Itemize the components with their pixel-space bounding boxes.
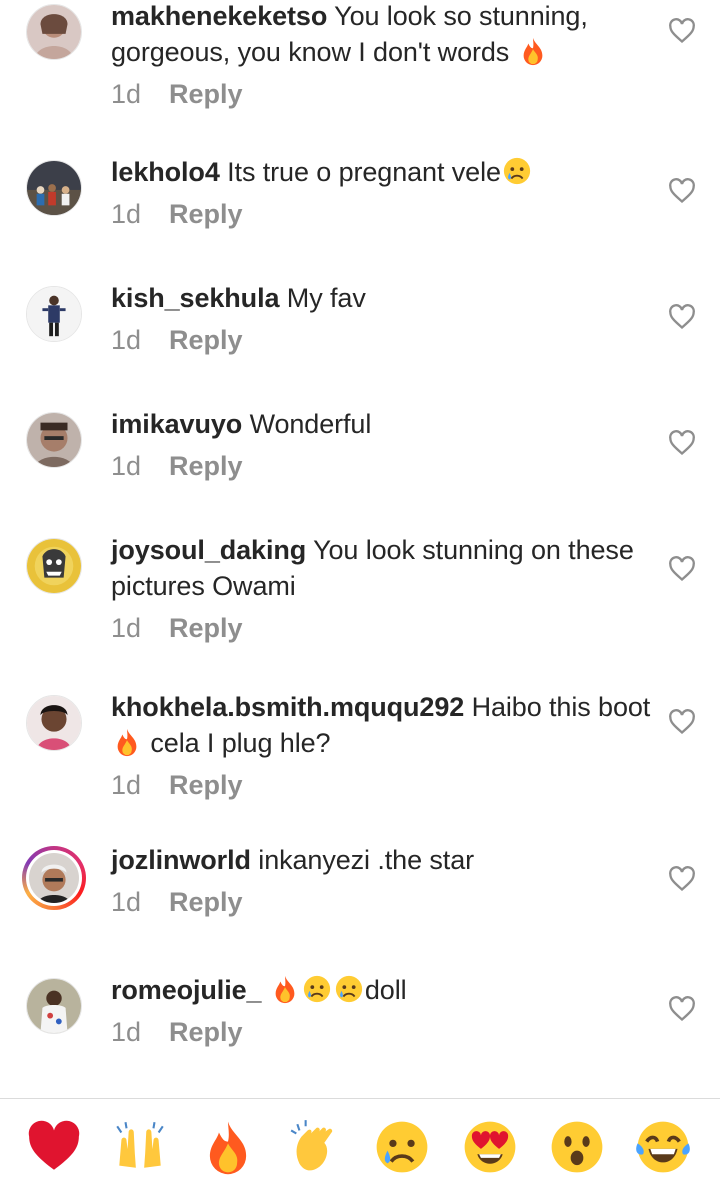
like-heart-icon[interactable] [668, 304, 696, 330]
comment-time: 1d [111, 451, 142, 481]
avatar[interactable] [26, 695, 82, 751]
sad-tear-icon [334, 974, 364, 1004]
fire-icon [270, 974, 300, 1004]
comment-text: lekholo4 Its true o pregnant vele [111, 154, 656, 190]
comment-text: kish_sekhula My fav [111, 283, 366, 313]
red-heart-icon[interactable] [25, 1118, 83, 1176]
quick-reactions-bar [0, 1098, 720, 1182]
heart-eyes-icon[interactable] [461, 1118, 519, 1176]
reply-button[interactable]: Reply [169, 325, 243, 355]
avatar[interactable] [26, 412, 82, 468]
comment-meta: 1d Reply [111, 767, 656, 803]
like-heart-icon[interactable] [668, 178, 696, 204]
comment-time: 1d [111, 1017, 142, 1047]
comment-meta: 1d Reply [111, 196, 656, 232]
raising-hands-icon[interactable] [111, 1118, 169, 1176]
comment-username[interactable]: makhenekeketso [111, 1, 327, 31]
comment-username[interactable]: joysoul_daking [111, 535, 306, 565]
comment-username[interactable]: lekholo4 [111, 157, 220, 187]
fire-icon [518, 36, 548, 66]
like-heart-icon[interactable] [668, 556, 696, 582]
comment-username[interactable]: jozlinworld [111, 845, 251, 875]
comment-meta: 1d Reply [111, 1014, 656, 1050]
comment-text: jozlinworld inkanyezi .the star [111, 845, 475, 875]
avatar[interactable] [26, 538, 82, 594]
avatar-story-ring[interactable] [22, 846, 86, 910]
sad-tear-icon [302, 974, 332, 1004]
comment-text: imikavuyo Wonderful [111, 409, 372, 439]
like-heart-icon[interactable] [668, 18, 696, 44]
fire-icon[interactable] [199, 1118, 257, 1176]
comment-username[interactable]: imikavuyo [111, 409, 242, 439]
reply-button[interactable]: Reply [169, 199, 243, 229]
fire-icon [112, 727, 142, 757]
comment-time: 1d [111, 770, 142, 800]
comment-username[interactable]: kish_sekhula [111, 283, 280, 313]
comment-meta: 1d Reply [111, 610, 656, 646]
like-heart-icon[interactable] [668, 866, 696, 892]
comments-screen: makhenekeketso You look so stunning, gor… [0, 0, 720, 1182]
tears-of-joy-icon[interactable] [634, 1118, 692, 1176]
reply-button[interactable]: Reply [169, 613, 243, 643]
reply-button[interactable]: Reply [169, 887, 243, 917]
avatar[interactable] [26, 4, 82, 60]
comment-text: makhenekeketso You look so stunning, gor… [111, 1, 588, 67]
comment-time: 1d [111, 613, 142, 643]
sad-tear-icon[interactable] [373, 1118, 431, 1176]
avatar[interactable] [26, 286, 82, 342]
surprised-face-icon[interactable] [548, 1118, 606, 1176]
avatar [26, 850, 82, 906]
reply-button[interactable]: Reply [169, 770, 243, 800]
avatar[interactable] [26, 160, 82, 216]
comment-time: 1d [111, 887, 142, 917]
sad-tear-icon [502, 156, 532, 186]
reply-button[interactable]: Reply [169, 1017, 243, 1047]
comment-text: khokhela.bsmith.mququ292 Haibo this boot… [111, 692, 651, 758]
comment-text: joysoul_daking You look stunning on thes… [111, 535, 634, 601]
comment-username[interactable]: khokhela.bsmith.mququ292 [111, 692, 464, 722]
comment-time: 1d [111, 79, 142, 109]
reply-button[interactable]: Reply [169, 79, 243, 109]
comment-meta: 1d Reply [111, 884, 656, 920]
comment-username[interactable]: romeojulie_ [111, 975, 262, 1005]
like-heart-icon[interactable] [668, 996, 696, 1022]
comment-text: romeojulie_ doll [111, 974, 407, 1005]
like-heart-icon[interactable] [668, 430, 696, 456]
clapping-hands-icon[interactable] [287, 1118, 345, 1176]
comment-time: 1d [111, 325, 142, 355]
comment-meta: 1d Reply [111, 76, 656, 112]
comment-meta: 1d Reply [111, 448, 656, 484]
like-heart-icon[interactable] [668, 709, 696, 735]
comment-meta: 1d Reply [111, 322, 656, 358]
comment-time: 1d [111, 199, 142, 229]
avatar[interactable] [26, 978, 82, 1034]
reply-button[interactable]: Reply [169, 451, 243, 481]
